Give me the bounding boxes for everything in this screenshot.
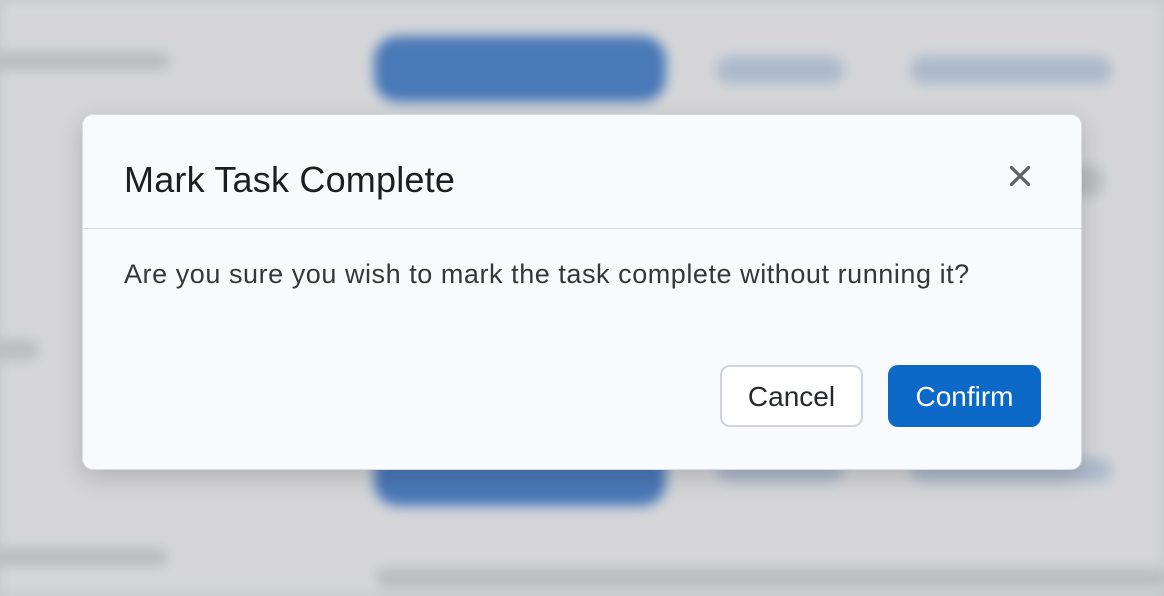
close-button[interactable]: [1001, 157, 1039, 195]
confirm-button[interactable]: Confirm: [888, 365, 1041, 427]
dialog-title: Mark Task Complete: [124, 159, 456, 200]
mark-task-complete-dialog: Mark Task Complete Are you sure you wish…: [82, 114, 1082, 470]
dialog-header: Mark Task Complete: [83, 115, 1081, 229]
close-icon: [1009, 165, 1031, 187]
cancel-button[interactable]: Cancel: [720, 365, 863, 427]
dialog-message: Are you sure you wish to mark the task c…: [124, 259, 970, 289]
